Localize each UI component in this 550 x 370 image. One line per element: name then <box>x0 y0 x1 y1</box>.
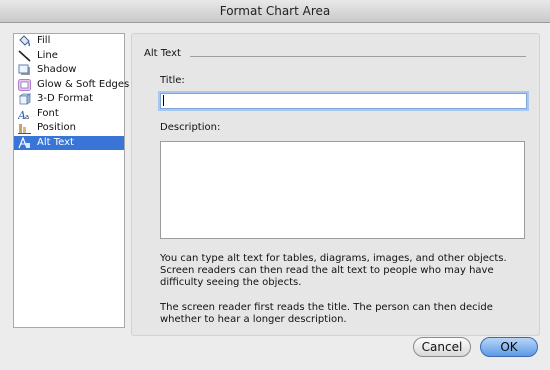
section-divider <box>190 56 526 57</box>
window-title: Format Chart Area <box>0 0 550 23</box>
svg-text:a: a <box>25 113 29 120</box>
sidebar-item-label: Shadow <box>37 64 77 75</box>
format-chart-area-dialog: Format Chart Area Fill Line Shadow Glow … <box>0 0 550 370</box>
font-icon: A a <box>18 109 29 120</box>
alt-text-panel: Alt Text Title: Description: You can typ… <box>131 33 540 336</box>
sidebar-item-label: Fill <box>37 35 51 46</box>
sidebar-item-label: Alt Text <box>37 136 74 148</box>
section-title: Alt Text <box>144 48 181 59</box>
info-text: You can type alt text for tables, diagra… <box>160 253 507 288</box>
category-list[interactable]: Fill Line Shadow Glow & Soft Edges 3-D F… <box>13 33 129 328</box>
glow-icon <box>18 78 31 91</box>
line-icon <box>18 49 31 62</box>
sidebar-item-line[interactable]: Line <box>14 49 124 64</box>
sidebar-item-label: Position <box>37 122 76 133</box>
info-text-secondary: The screen reader first reads the title.… <box>160 302 493 325</box>
description-textarea[interactable] <box>160 141 525 239</box>
shadow-icon <box>18 64 30 75</box>
sidebar-item-label: Line <box>37 49 58 61</box>
ok-button[interactable]: OK <box>480 337 538 357</box>
title-input[interactable] <box>160 93 527 109</box>
3d-format-icon <box>18 93 31 105</box>
fill-bucket-icon <box>19 35 31 47</box>
sidebar-item-alt-text[interactable]: Alt Text <box>14 135 124 150</box>
text-caret <box>163 95 164 106</box>
alt-text-icon <box>18 136 30 148</box>
sidebar-item-shadow[interactable]: Shadow <box>14 63 124 78</box>
sidebar-item-3d-format[interactable]: 3-D Format <box>14 92 124 107</box>
sidebar-item-glow[interactable]: Glow & Soft Edges <box>14 78 129 93</box>
cancel-button[interactable]: Cancel <box>413 337 471 357</box>
sidebar-item-label: 3-D Format <box>37 93 94 104</box>
position-icon <box>18 124 31 134</box>
sidebar-item-label: Glow & Soft Edges <box>37 78 130 90</box>
sidebar-item-label: Font <box>37 107 59 119</box>
description-label: Description: <box>160 122 221 133</box>
sidebar-item-position[interactable]: Position <box>14 121 124 136</box>
sidebar-item-font[interactable]: A a Font <box>14 107 124 122</box>
title-label: Title: <box>160 75 185 86</box>
sidebar-item-fill[interactable]: Fill <box>14 34 124 49</box>
